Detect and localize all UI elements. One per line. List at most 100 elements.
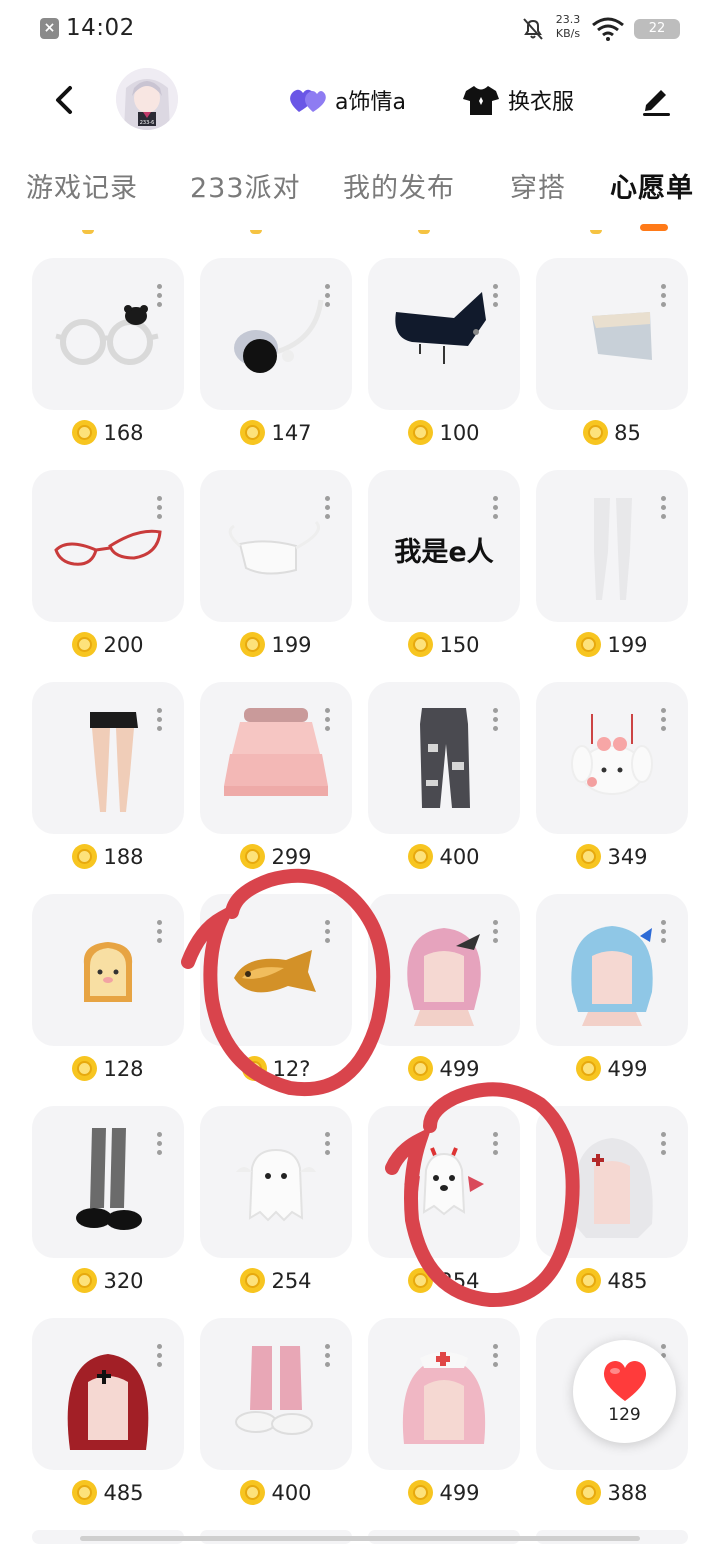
item-price: 100 bbox=[368, 420, 520, 445]
more-options-icon[interactable] bbox=[157, 920, 162, 943]
devil-ghost-icon bbox=[404, 1147, 484, 1216]
item-card[interactable] bbox=[368, 894, 520, 1046]
profile-header: 233-6 a饰情a 换衣服 bbox=[0, 58, 720, 144]
item-price: 254 bbox=[368, 1268, 520, 1293]
more-options-icon[interactable] bbox=[493, 284, 498, 307]
edit-button[interactable] bbox=[636, 80, 676, 120]
status-chip[interactable]: a饰情a bbox=[289, 80, 406, 120]
item-card[interactable] bbox=[536, 682, 688, 834]
item-card[interactable] bbox=[32, 258, 184, 410]
wishlist-item[interactable]: 499 bbox=[368, 894, 520, 1096]
wishlist-item[interactable]: 299 bbox=[200, 682, 352, 884]
wishlist-item[interactable]: 168 bbox=[32, 258, 184, 460]
item-card[interactable] bbox=[32, 894, 184, 1046]
more-options-icon[interactable] bbox=[661, 1132, 666, 1155]
wishlist-item[interactable]: 254 bbox=[200, 1106, 352, 1308]
wishlist-item[interactable]: 499 bbox=[368, 1318, 520, 1520]
wishlist-item[interactable]: 85 bbox=[536, 258, 688, 460]
item-card[interactable] bbox=[536, 258, 688, 410]
price-value: 199 bbox=[271, 632, 312, 657]
avatar[interactable]: 233-6 bbox=[116, 68, 178, 130]
more-options-icon[interactable] bbox=[661, 920, 666, 943]
more-options-icon[interactable] bbox=[493, 496, 498, 519]
wishlist-item[interactable]: 188 bbox=[32, 682, 184, 884]
more-options-icon[interactable] bbox=[325, 496, 330, 519]
wishlist-item[interactable]: 320 bbox=[32, 1106, 184, 1308]
more-options-icon[interactable] bbox=[325, 284, 330, 307]
more-options-icon[interactable] bbox=[661, 708, 666, 731]
wishlist-item[interactable]: 254 bbox=[368, 1106, 520, 1308]
coin-icon bbox=[408, 1480, 434, 1505]
item-card[interactable] bbox=[536, 1106, 688, 1258]
coin-icon bbox=[240, 844, 266, 869]
like-button[interactable]: 129 bbox=[573, 1340, 676, 1443]
more-options-icon[interactable] bbox=[325, 1344, 330, 1367]
price-value: 12? bbox=[272, 1056, 311, 1081]
wishlist-item[interactable]: 349 bbox=[536, 682, 688, 884]
price-value: 199 bbox=[607, 632, 648, 657]
wishlist-item[interactable]: 199 bbox=[536, 470, 688, 672]
price-value: 254 bbox=[271, 1268, 312, 1293]
change-outfit-button[interactable]: 换衣服 bbox=[462, 80, 574, 120]
wishlist-item[interactable]: 12? bbox=[200, 894, 352, 1096]
tab-dot bbox=[590, 230, 602, 234]
more-options-icon[interactable] bbox=[157, 708, 162, 731]
tab-wishlist[interactable]: 心愿单 bbox=[610, 166, 694, 205]
pencil-icon bbox=[643, 90, 670, 116]
battery-indicator: 22 bbox=[634, 19, 680, 39]
item-card[interactable] bbox=[368, 1318, 520, 1470]
pink-hair-icon bbox=[407, 928, 481, 1026]
wishlist-item[interactable]: 128 bbox=[32, 894, 184, 1096]
wishlist-item[interactable]: 499 bbox=[536, 894, 688, 1096]
more-options-icon[interactable] bbox=[157, 284, 162, 307]
item-card[interactable] bbox=[32, 682, 184, 834]
item-card[interactable] bbox=[368, 682, 520, 834]
item-card[interactable]: 我是e人 bbox=[368, 470, 520, 622]
wishlist-item[interactable]: 147 bbox=[200, 258, 352, 460]
more-options-icon[interactable] bbox=[493, 1132, 498, 1155]
white-glasses-icon bbox=[55, 305, 159, 365]
more-options-icon[interactable] bbox=[157, 496, 162, 519]
more-options-icon[interactable] bbox=[661, 284, 666, 307]
wishlist-item[interactable]: 199 bbox=[200, 470, 352, 672]
wishlist-item[interactable]: 200 bbox=[32, 470, 184, 672]
tab-outfits[interactable]: 穿搭 bbox=[510, 166, 566, 205]
more-options-icon[interactable] bbox=[157, 1132, 162, 1155]
price-value: 400 bbox=[271, 1480, 312, 1505]
item-card[interactable] bbox=[368, 1106, 520, 1258]
tab-233-party[interactable]: 233派对 bbox=[190, 166, 301, 205]
item-card[interactable] bbox=[32, 1318, 184, 1470]
wishlist-item[interactable]: 485 bbox=[32, 1318, 184, 1520]
back-button[interactable] bbox=[44, 80, 84, 120]
wishlist-item[interactable]: 我是e人 150 bbox=[368, 470, 520, 672]
more-options-icon[interactable] bbox=[325, 708, 330, 731]
item-card[interactable] bbox=[536, 894, 688, 1046]
more-options-icon[interactable] bbox=[325, 1132, 330, 1155]
item-card[interactable] bbox=[200, 894, 352, 1046]
tab-my-posts[interactable]: 我的发布 bbox=[343, 166, 455, 205]
status-label: a饰情a bbox=[335, 90, 406, 115]
more-options-icon[interactable] bbox=[325, 920, 330, 943]
item-card[interactable] bbox=[32, 1106, 184, 1258]
item-card[interactable] bbox=[200, 1106, 352, 1258]
more-options-icon[interactable] bbox=[157, 1344, 162, 1367]
more-options-icon[interactable] bbox=[661, 496, 666, 519]
tab-game-history[interactable]: 游戏记录 bbox=[26, 166, 138, 205]
item-card[interactable] bbox=[32, 470, 184, 622]
wishlist-item[interactable]: 100 bbox=[368, 258, 520, 460]
item-card[interactable] bbox=[200, 470, 352, 622]
wishlist-item[interactable]: 400 bbox=[200, 1318, 352, 1520]
item-card[interactable] bbox=[200, 1318, 352, 1470]
item-card[interactable] bbox=[200, 258, 352, 410]
black-shorts-icon bbox=[90, 712, 138, 812]
more-options-icon[interactable] bbox=[493, 920, 498, 943]
wishlist-item[interactable]: 400 bbox=[368, 682, 520, 884]
more-options-icon[interactable] bbox=[493, 1344, 498, 1367]
coin-icon bbox=[72, 632, 98, 657]
item-card[interactable] bbox=[368, 258, 520, 410]
wishlist-item[interactable]: 485 bbox=[536, 1106, 688, 1308]
item-card[interactable] bbox=[536, 470, 688, 622]
item-card[interactable] bbox=[200, 682, 352, 834]
item-price: 254 bbox=[200, 1268, 352, 1293]
more-options-icon[interactable] bbox=[493, 708, 498, 731]
